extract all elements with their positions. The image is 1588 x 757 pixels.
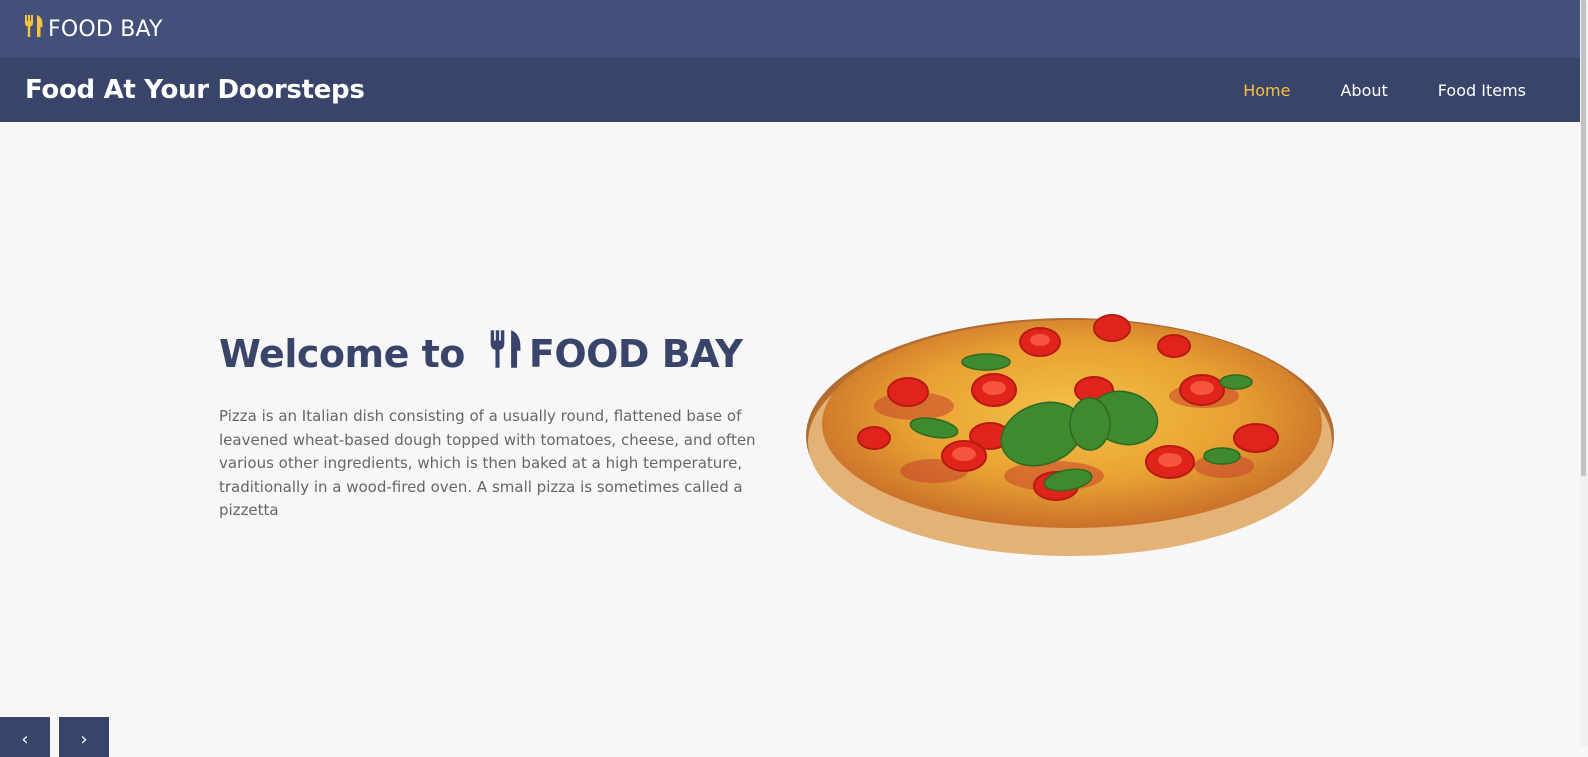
utensils-icon [24, 15, 44, 43]
hero-title-brand: FOOD BAY [528, 331, 743, 376]
hero-description: Pizza is an Italian dish consisting of a… [219, 407, 756, 519]
nav-link-home[interactable]: Home [1243, 81, 1290, 100]
nav-link-food-items[interactable]: Food Items [1438, 81, 1526, 100]
utensils-icon [489, 330, 523, 377]
nav-link-about[interactable]: About [1340, 81, 1387, 100]
brand-logo[interactable]: FOOD BAY [24, 15, 163, 43]
hero-title: Welcome to FOOD BAY [219, 330, 779, 377]
scrollbar-thumb[interactable] [1581, 0, 1586, 476]
nav-links: Home About Food Items [1193, 81, 1526, 100]
carousel-next-button[interactable]: › [59, 717, 109, 757]
hero-text: Welcome to FOOD BAY Pizza is an Italian … [219, 330, 779, 523]
main-navbar: Food At Your Doorsteps Home About Food I… [0, 58, 1580, 122]
hero-title-prefix: Welcome to [219, 331, 465, 376]
chevron-right-icon: › [80, 729, 88, 750]
top-bar: FOOD BAY [0, 0, 1580, 58]
carousel-prev-button[interactable]: ‹ [0, 717, 50, 757]
page-scrollbar[interactable] [1580, 0, 1588, 746]
site-tagline: Food At Your Doorsteps [25, 75, 365, 105]
pizza-image [804, 306, 1338, 558]
brand-name: FOOD BAY [48, 16, 163, 42]
chevron-left-icon: ‹ [21, 729, 29, 750]
